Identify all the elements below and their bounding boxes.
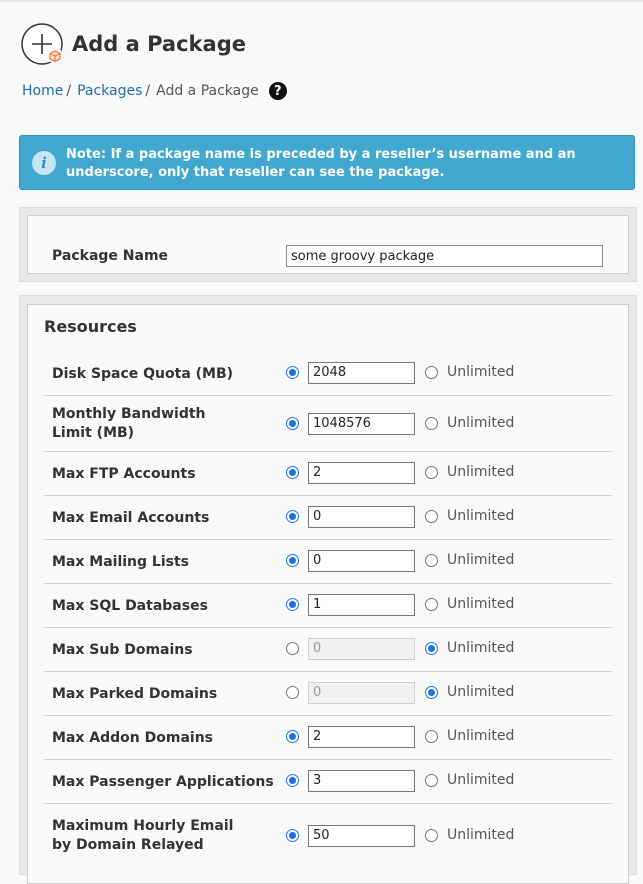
limit-input[interactable]: 0: [308, 682, 415, 704]
limit-input[interactable]: 0: [308, 506, 415, 528]
limit-input[interactable]: 2: [308, 726, 415, 748]
resource-label: Maximum Hourly Email by Domain Relayed: [52, 818, 234, 853]
unlimited-radio[interactable]: [425, 366, 438, 379]
resource-row-addon-domains: Max Addon Domains 2 Unlimited: [44, 715, 612, 760]
limited-radio[interactable]: [286, 510, 299, 523]
unlimited-radio[interactable]: [425, 466, 438, 479]
resources-box: Resources Disk Space Quota (MB) 2048 Unl…: [27, 304, 629, 884]
unlimited-radio[interactable]: [425, 686, 438, 699]
breadcrumb-separator: /: [66, 83, 72, 99]
breadcrumb-packages-link[interactable]: Packages: [77, 83, 142, 99]
unlimited-radio[interactable]: [425, 417, 438, 430]
limit-input[interactable]: 2: [308, 462, 415, 484]
unlimited-label: Unlimited: [447, 364, 515, 380]
resources-panel: Resources Disk Space Quota (MB) 2048 Unl…: [19, 295, 637, 884]
limited-radio[interactable]: [286, 829, 299, 842]
package-name-panel: Package Name: [19, 207, 637, 282]
help-icon[interactable]: ?: [268, 82, 287, 100]
unlimited-label: Unlimited: [447, 827, 515, 843]
resource-label: Max Parked Domains: [52, 686, 218, 702]
unlimited-radio[interactable]: [425, 554, 438, 567]
limit-input[interactable]: 0: [308, 550, 415, 572]
package-name-label: Package Name: [52, 248, 169, 264]
limited-radio[interactable]: [286, 466, 299, 479]
resource-row-parked-domains: Max Parked Domains 0 Unlimited: [44, 671, 612, 716]
breadcrumb-separator: /: [145, 83, 151, 99]
resource-row-hourly-email: Maximum Hourly Email by Domain Relayed 5…: [44, 803, 612, 863]
unlimited-label: Unlimited: [447, 415, 515, 431]
unlimited-radio[interactable]: [425, 642, 438, 655]
info-note: i Note: If a package name is preceded by…: [19, 135, 635, 190]
resource-row-passenger-apps: Max Passenger Applications 3 Unlimited: [44, 759, 612, 804]
limited-radio[interactable]: [286, 642, 299, 655]
limited-radio[interactable]: [286, 730, 299, 743]
unlimited-label: Unlimited: [447, 684, 515, 700]
unlimited-radio[interactable]: [425, 829, 438, 842]
page-header: Add a Package: [21, 23, 246, 65]
limited-radio[interactable]: [286, 774, 299, 787]
unlimited-label: Unlimited: [447, 464, 515, 480]
resource-row-bandwidth: Monthly Bandwidth Limit (MB) 1048576 Unl…: [44, 395, 612, 452]
limit-input[interactable]: 3: [308, 770, 415, 792]
resource-row-disk-space: Disk Space Quota (MB) 2048 Unlimited: [44, 351, 612, 396]
unlimited-label: Unlimited: [447, 552, 515, 568]
limited-radio[interactable]: [286, 417, 299, 430]
resource-row-ftp: Max FTP Accounts 2 Unlimited: [44, 451, 612, 496]
limit-input[interactable]: 1: [308, 594, 415, 616]
package-name-box: Package Name: [27, 215, 629, 274]
unlimited-label: Unlimited: [447, 508, 515, 524]
limit-input[interactable]: 1048576: [308, 413, 415, 435]
resource-label: Max SQL Databases: [52, 598, 208, 614]
page-title: Add a Package: [72, 32, 246, 56]
breadcrumb: Home / Packages / Add a Package ?: [22, 82, 287, 100]
resource-row-sql: Max SQL Databases 1 Unlimited: [44, 583, 612, 628]
resource-row-sub-domains: Max Sub Domains 0 Unlimited: [44, 627, 612, 672]
limit-input[interactable]: 0: [308, 638, 415, 660]
unlimited-radio[interactable]: [425, 510, 438, 523]
resource-label: Disk Space Quota (MB): [52, 366, 234, 382]
unlimited-radio[interactable]: [425, 598, 438, 611]
info-icon: i: [32, 151, 56, 175]
unlimited-label: Unlimited: [447, 728, 515, 744]
unlimited-label: Unlimited: [447, 772, 515, 788]
resource-label: Monthly Bandwidth Limit (MB): [52, 406, 206, 441]
resources-title: Resources: [44, 317, 137, 336]
limited-radio[interactable]: [286, 686, 299, 699]
limit-input[interactable]: 50: [308, 825, 415, 847]
resource-label: Max Addon Domains: [52, 730, 213, 746]
unlimited-label: Unlimited: [447, 640, 515, 656]
resource-label: Max Email Accounts: [52, 510, 210, 526]
top-border: [0, 0, 643, 2]
package-name-input[interactable]: [286, 245, 603, 267]
limited-radio[interactable]: [286, 554, 299, 567]
resource-label: Max FTP Accounts: [52, 466, 196, 482]
resource-label: Max Passenger Applications: [52, 774, 274, 790]
add-package-icon: [21, 23, 63, 65]
info-note-text: Note: If a package name is preceded by a…: [66, 147, 576, 180]
resource-label: Max Sub Domains: [52, 642, 193, 658]
limit-input[interactable]: 2048: [308, 362, 415, 384]
breadcrumb-home-link[interactable]: Home: [22, 83, 63, 99]
unlimited-radio[interactable]: [425, 774, 438, 787]
resource-row-email: Max Email Accounts 0 Unlimited: [44, 495, 612, 540]
breadcrumb-current: Add a Package: [156, 83, 259, 99]
unlimited-radio[interactable]: [425, 730, 438, 743]
resource-row-mailing-lists: Max Mailing Lists 0 Unlimited: [44, 539, 612, 584]
resource-label: Max Mailing Lists: [52, 554, 189, 570]
unlimited-label: Unlimited: [447, 596, 515, 612]
limited-radio[interactable]: [286, 598, 299, 611]
limited-radio[interactable]: [286, 366, 299, 379]
